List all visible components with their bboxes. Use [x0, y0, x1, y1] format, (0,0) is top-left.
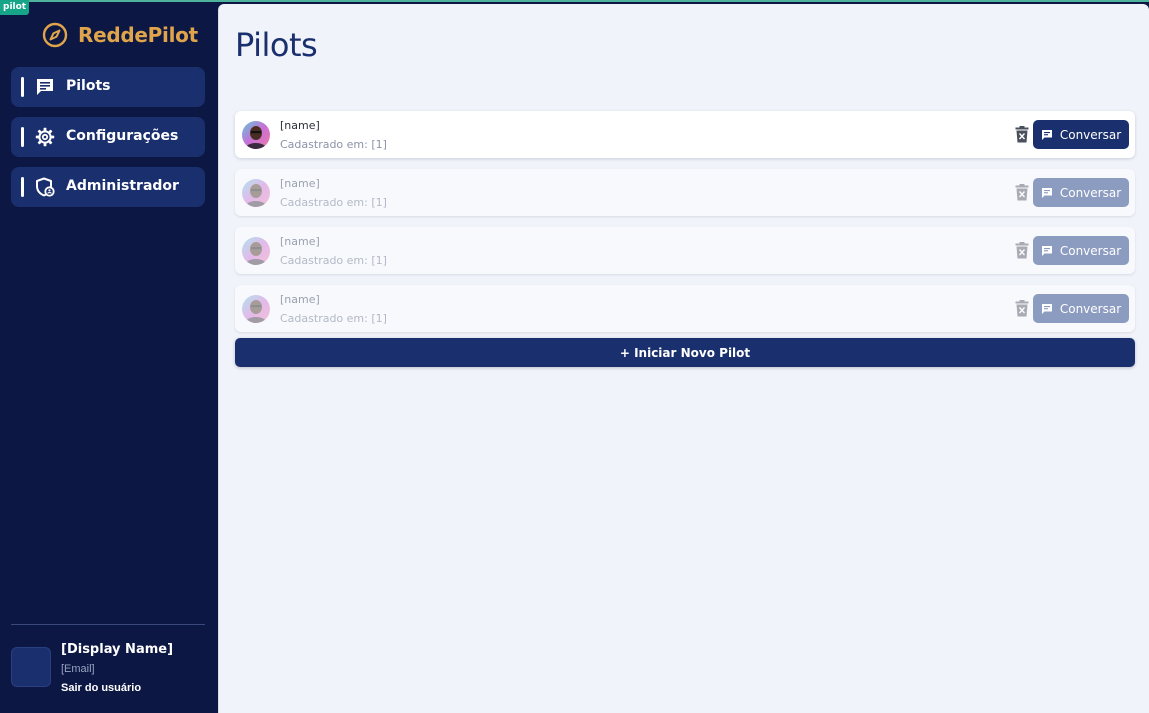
pilot-avatar	[242, 237, 270, 265]
delete-icon[interactable]	[1015, 242, 1029, 259]
sidebar-item-label: Administrador	[66, 178, 179, 194]
pilot-list-item: [name] Cadastrado em: [1] Conversar	[235, 227, 1135, 274]
delete-icon[interactable]	[1015, 184, 1029, 201]
pilot-list-item: [name] Cadastrado em: [1] Conversar	[235, 169, 1135, 216]
conversar-button[interactable]: Conversar	[1033, 120, 1129, 149]
nav-indicator	[21, 77, 24, 97]
chat-icon	[1041, 245, 1052, 256]
compass-icon	[42, 22, 68, 48]
chat-icon	[1041, 187, 1052, 198]
sidebar-item-administrador[interactable]: Administrador	[11, 167, 205, 207]
nav-indicator	[21, 127, 24, 147]
sidebar-item-pilots[interactable]: Pilots	[11, 67, 205, 107]
chat-icon	[1041, 129, 1052, 140]
pilot-name: [name]	[280, 119, 320, 132]
conversar-button[interactable]: Conversar	[1033, 178, 1129, 207]
conversar-label: Conversar	[1059, 243, 1122, 258]
delete-icon[interactable]	[1015, 300, 1029, 317]
pilot-list-item: [name] Cadastrado em: [1] Conversar	[235, 111, 1135, 158]
pilot-avatar	[242, 295, 270, 323]
main-content: Pilots [name] Cadastrado em: [1] Convers…	[218, 4, 1149, 713]
pilot-name: [name]	[280, 177, 320, 190]
environment-badge: pilot	[0, 0, 30, 15]
pilot-list-item: [name] Cadastrado em: [1] Conversar	[235, 285, 1135, 332]
sidebar-item-label: Pilots	[66, 78, 111, 94]
sidebar-divider	[11, 624, 205, 625]
pilot-registered-date: Cadastrado em: [1]	[280, 254, 387, 267]
pilot-name: [name]	[280, 235, 320, 248]
page-title: Pilots	[235, 26, 318, 64]
sidebar-item-label: Configurações	[66, 128, 179, 144]
pilot-name: [name]	[280, 293, 320, 306]
conversar-label: Conversar	[1059, 185, 1122, 200]
logout-link[interactable]: Sair do usuário	[61, 682, 141, 694]
pilot-avatar	[242, 121, 270, 149]
conversar-label: Conversar	[1059, 127, 1122, 142]
pilot-avatar	[242, 179, 270, 207]
sidebar-item-configuracoes[interactable]: Configurações	[11, 117, 205, 157]
sidebar: ReddePilot Pilots Configurações Administ…	[0, 0, 218, 713]
brand-name: ReddePilot	[78, 23, 198, 47]
user-display-name: [Display Name]	[61, 642, 174, 657]
conversar-button[interactable]: Conversar	[1033, 236, 1129, 265]
chat-icon	[37, 79, 53, 95]
conversar-label: Conversar	[1059, 301, 1122, 316]
admin-shield-icon	[36, 177, 55, 197]
window-top-accent	[0, 0, 1149, 2]
delete-icon[interactable]	[1015, 126, 1029, 143]
pilot-registered-date: Cadastrado em: [1]	[280, 196, 387, 209]
user-email: [Email]	[61, 663, 95, 675]
chat-icon	[1041, 303, 1052, 314]
pilot-registered-date: Cadastrado em: [1]	[280, 312, 387, 325]
pilot-registered-date: Cadastrado em: [1]	[280, 138, 387, 151]
avatar	[11, 647, 51, 687]
gear-icon	[35, 127, 55, 147]
brand-logo[interactable]: ReddePilot	[42, 21, 198, 49]
conversar-button[interactable]: Conversar	[1033, 294, 1129, 323]
nav-indicator	[21, 177, 24, 197]
new-pilot-button[interactable]: + Iniciar Novo Pilot	[235, 338, 1135, 367]
